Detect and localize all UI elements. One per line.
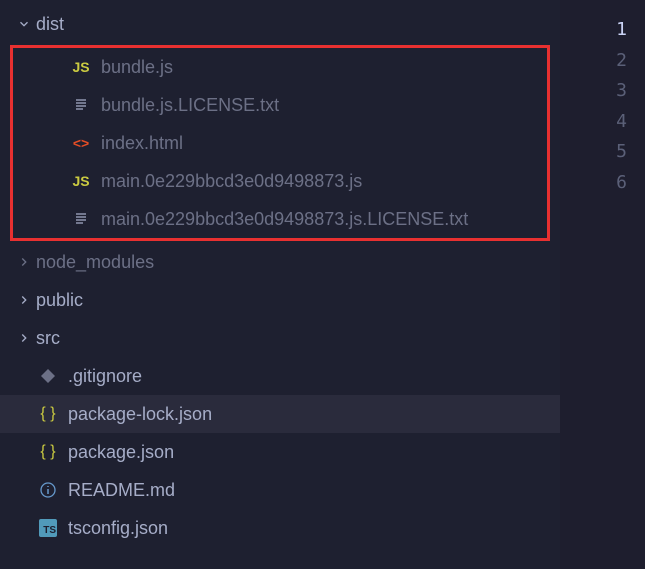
editor-gutter: 1 2 3 4 5 6 bbox=[560, 0, 645, 569]
file-label: bundle.js.LICENSE.txt bbox=[101, 95, 279, 116]
file-label: package-lock.json bbox=[68, 404, 212, 425]
file-item[interactable]: › bundle.js.LICENSE.txt bbox=[13, 86, 547, 124]
chevron-right-icon bbox=[16, 254, 32, 270]
file-item[interactable]: › .gitignore bbox=[0, 357, 560, 395]
info-icon bbox=[36, 482, 60, 498]
chevron-right-icon bbox=[16, 330, 32, 346]
file-label: tsconfig.json bbox=[68, 518, 168, 539]
folder-public[interactable]: public bbox=[0, 281, 560, 319]
line-number: 1 bbox=[560, 15, 627, 46]
file-label: package.json bbox=[68, 442, 174, 463]
file-label: index.html bbox=[101, 133, 183, 154]
file-label: main.0e229bbcd3e0d9498873.js.LICENSE.txt bbox=[101, 209, 468, 230]
folder-label: dist bbox=[36, 14, 64, 35]
file-item[interactable]: › main.0e229bbcd3e0d9498873.js.LICENSE.t… bbox=[13, 200, 547, 238]
file-label: .gitignore bbox=[68, 366, 142, 387]
chevron-down-icon bbox=[16, 16, 32, 32]
line-number: 4 bbox=[560, 107, 627, 138]
json-icon: { } bbox=[36, 405, 60, 423]
text-icon bbox=[69, 97, 93, 113]
chevron-right-icon bbox=[16, 292, 32, 308]
folder-label: node_modules bbox=[36, 252, 154, 273]
text-icon bbox=[69, 211, 93, 227]
folder-dist[interactable]: dist bbox=[0, 5, 560, 43]
file-label: README.md bbox=[68, 480, 175, 501]
highlight-box: › JS bundle.js › bundle.js.LICENSE.txt ›… bbox=[10, 45, 550, 241]
file-item[interactable]: › <> index.html bbox=[13, 124, 547, 162]
file-item[interactable]: › JS main.0e229bbcd3e0d9498873.js bbox=[13, 162, 547, 200]
file-item[interactable]: › README.md bbox=[0, 471, 560, 509]
line-number: 2 bbox=[560, 46, 627, 77]
js-icon: JS bbox=[69, 173, 93, 189]
file-item[interactable]: › JS bundle.js bbox=[13, 48, 547, 86]
line-number: 5 bbox=[560, 137, 627, 168]
json-icon: { } bbox=[36, 443, 60, 461]
file-label: main.0e229bbcd3e0d9498873.js bbox=[101, 171, 362, 192]
folder-src[interactable]: src bbox=[0, 319, 560, 357]
file-item[interactable]: › { } package.json bbox=[0, 433, 560, 471]
folder-label: public bbox=[36, 290, 83, 311]
folder-label: src bbox=[36, 328, 60, 349]
folder-node-modules[interactable]: node_modules bbox=[0, 243, 560, 281]
line-number: 6 bbox=[560, 168, 627, 199]
git-icon bbox=[36, 368, 60, 384]
html-icon: <> bbox=[69, 135, 93, 151]
file-item[interactable]: › TS tsconfig.json bbox=[0, 509, 560, 547]
js-icon: JS bbox=[69, 59, 93, 75]
file-label: bundle.js bbox=[101, 57, 173, 78]
line-number: 3 bbox=[560, 76, 627, 107]
ts-icon: TS bbox=[36, 519, 60, 537]
file-item[interactable]: › { } package-lock.json bbox=[0, 395, 560, 433]
file-explorer[interactable]: dist › JS bundle.js › bundle.js.LICENSE.… bbox=[0, 0, 560, 569]
